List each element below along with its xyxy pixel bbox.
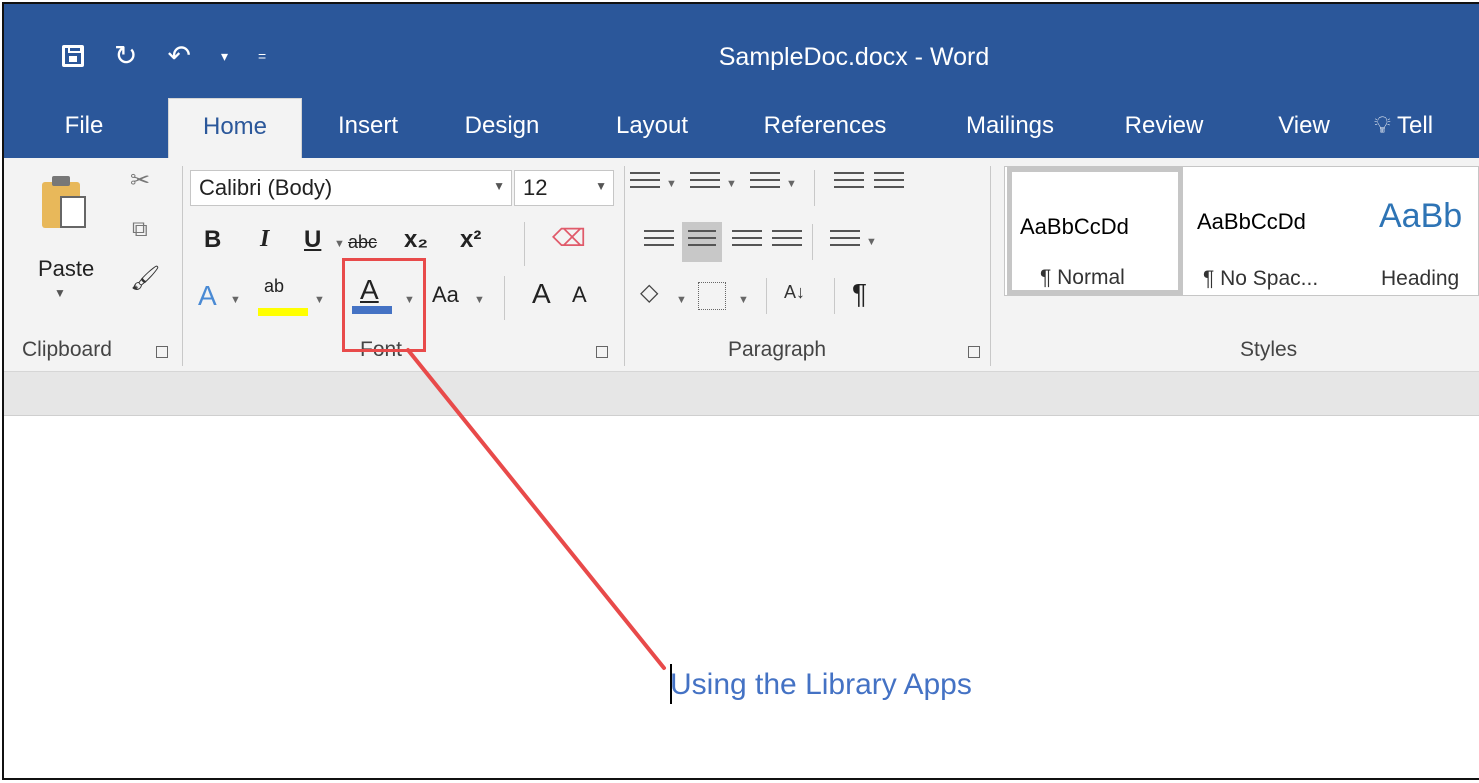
change-case-dropdown-icon[interactable]: ▼ (474, 294, 485, 306)
borders-icon[interactable] (698, 282, 726, 310)
tab-home[interactable]: Home (168, 98, 302, 158)
document-heading-text[interactable]: Using the Library Apps (670, 668, 972, 702)
title-bar: ↻ ↶ ▾ = SampleDoc.docx - Word File Home … (4, 4, 1479, 158)
grow-font-button[interactable]: A (532, 278, 551, 310)
annotation-highlight-box (342, 258, 426, 352)
multilevel-list-icon[interactable] (750, 172, 780, 194)
ribbon-tabs: File Home Insert Design Layout Reference… (4, 94, 1479, 158)
increase-indent-icon[interactable] (874, 172, 904, 194)
clear-formatting-icon[interactable]: ⌫ (552, 224, 586, 253)
underline-button[interactable]: U (304, 226, 321, 254)
shading-icon[interactable]: ◇ (640, 278, 658, 307)
highlight-color-bar (258, 308, 308, 316)
style-normal[interactable]: AaBbCcDd ¶ Normal (1007, 167, 1183, 295)
style-heading[interactable]: AaBb Heading (1371, 167, 1479, 295)
tab-file[interactable]: File (56, 94, 112, 158)
line-spacing-dropdown-icon[interactable]: ▼ (866, 236, 877, 248)
align-left-icon[interactable] (644, 230, 674, 252)
highlight-button[interactable]: ab (258, 276, 308, 318)
highlight-glyph: ab (264, 276, 285, 296)
bullets-dropdown-icon[interactable]: ▼ (666, 178, 677, 190)
numbering-dropdown-icon[interactable]: ▼ (726, 178, 737, 190)
clipboard-dialog-launcher-icon[interactable] (156, 346, 168, 358)
paste-button[interactable]: Paste (38, 256, 94, 282)
style-sample: AaBb (1379, 197, 1463, 235)
font-dialog-launcher-icon[interactable] (596, 346, 608, 358)
tab-insert[interactable]: Insert (326, 94, 410, 158)
change-case-button[interactable]: Aa (432, 282, 459, 308)
ribbon: Paste ▼ ✂ ⧉ 🖌︎ Clipboard Calibri (Body) … (4, 158, 1479, 372)
window-title: SampleDoc.docx - Word (718, 43, 990, 71)
shrink-font-button[interactable]: A (572, 282, 587, 308)
paste-icon[interactable] (42, 172, 88, 228)
tab-review[interactable]: Review (1114, 94, 1214, 158)
subscript-button[interactable]: x₂ (404, 226, 428, 254)
strikethrough-button[interactable]: abc (348, 232, 377, 253)
divider (624, 166, 625, 366)
style-name: Heading (1381, 267, 1460, 290)
style-sample: AaBbCcDd (1197, 209, 1306, 234)
format-painter-icon[interactable]: 🖌︎ (130, 264, 160, 293)
tab-mailings[interactable]: Mailings (950, 94, 1070, 158)
align-right-icon[interactable] (732, 230, 762, 252)
tab-layout[interactable]: Layout (604, 94, 700, 158)
bullets-icon[interactable] (630, 172, 660, 194)
style-no-spacing[interactable]: AaBbCcDd ¶ No Spac... (1185, 167, 1369, 295)
multilevel-list-dropdown-icon[interactable]: ▼ (786, 178, 797, 190)
paragraph-group-label: Paragraph (728, 338, 827, 361)
superscript-button[interactable]: x² (460, 226, 481, 254)
styles-gallery: AaBbCcDd ¶ Normal AaBbCcDd ¶ No Spac... … (1004, 166, 1479, 296)
styles-group-label: Styles (1240, 338, 1298, 361)
font-size-combo[interactable]: 12 ▼ (514, 170, 614, 206)
tab-view[interactable]: View (1264, 94, 1344, 158)
tell-me-label: Tell (1397, 112, 1434, 139)
lightbulb-icon: 💡︎ (1374, 112, 1391, 139)
divider (524, 222, 525, 266)
ruler-area (4, 372, 1479, 416)
paragraph-dialog-launcher-icon[interactable] (968, 346, 980, 358)
chevron-down-icon: ▼ (493, 179, 505, 193)
divider (990, 166, 991, 366)
tell-me-search[interactable]: 💡︎ Tell (1374, 94, 1479, 158)
style-name: ¶ No Spac... (1203, 267, 1319, 290)
divider (766, 278, 767, 314)
justify-icon[interactable] (772, 230, 802, 252)
divider (182, 166, 183, 366)
font-name-value: Calibri (Body) (199, 175, 333, 200)
align-center-button[interactable] (682, 222, 722, 262)
tab-design[interactable]: Design (454, 94, 550, 158)
cut-icon[interactable]: ✂ (130, 166, 150, 195)
shading-dropdown-icon[interactable]: ▼ (676, 294, 687, 306)
font-name-combo[interactable]: Calibri (Body) ▼ (190, 170, 512, 206)
sort-icon[interactable]: A↓ (784, 282, 805, 303)
line-spacing-icon[interactable] (830, 230, 860, 252)
underline-dropdown-icon[interactable]: ▼ (334, 238, 345, 250)
italic-button[interactable]: I (260, 226, 269, 253)
borders-dropdown-icon[interactable]: ▼ (738, 294, 749, 306)
tab-references[interactable]: References (750, 94, 900, 158)
font-size-value: 12 (523, 175, 548, 200)
divider (812, 224, 813, 260)
divider (814, 170, 815, 206)
paste-dropdown-icon[interactable]: ▼ (54, 286, 66, 300)
divider (504, 276, 505, 320)
style-sample: AaBbCcDd (1020, 214, 1129, 239)
document-canvas[interactable]: Using the Library Apps (4, 416, 1479, 779)
style-name: ¶ Normal (1040, 266, 1125, 289)
divider (834, 278, 835, 314)
text-effects-button[interactable]: A (198, 280, 217, 312)
highlight-dropdown-icon[interactable]: ▼ (314, 294, 325, 306)
text-effects-dropdown-icon[interactable]: ▼ (230, 294, 241, 306)
show-hide-marks-icon[interactable]: ¶ (852, 278, 867, 310)
numbering-icon[interactable] (690, 172, 720, 194)
align-center-icon (688, 230, 716, 251)
decrease-indent-icon[interactable] (834, 172, 864, 194)
chevron-down-icon: ▼ (595, 179, 607, 193)
clipboard-group-label: Clipboard (22, 338, 112, 361)
copy-icon[interactable]: ⧉ (132, 216, 148, 242)
bold-button[interactable]: B (204, 226, 221, 254)
word-window: ↻ ↶ ▾ = SampleDoc.docx - Word File Home … (0, 0, 1479, 783)
